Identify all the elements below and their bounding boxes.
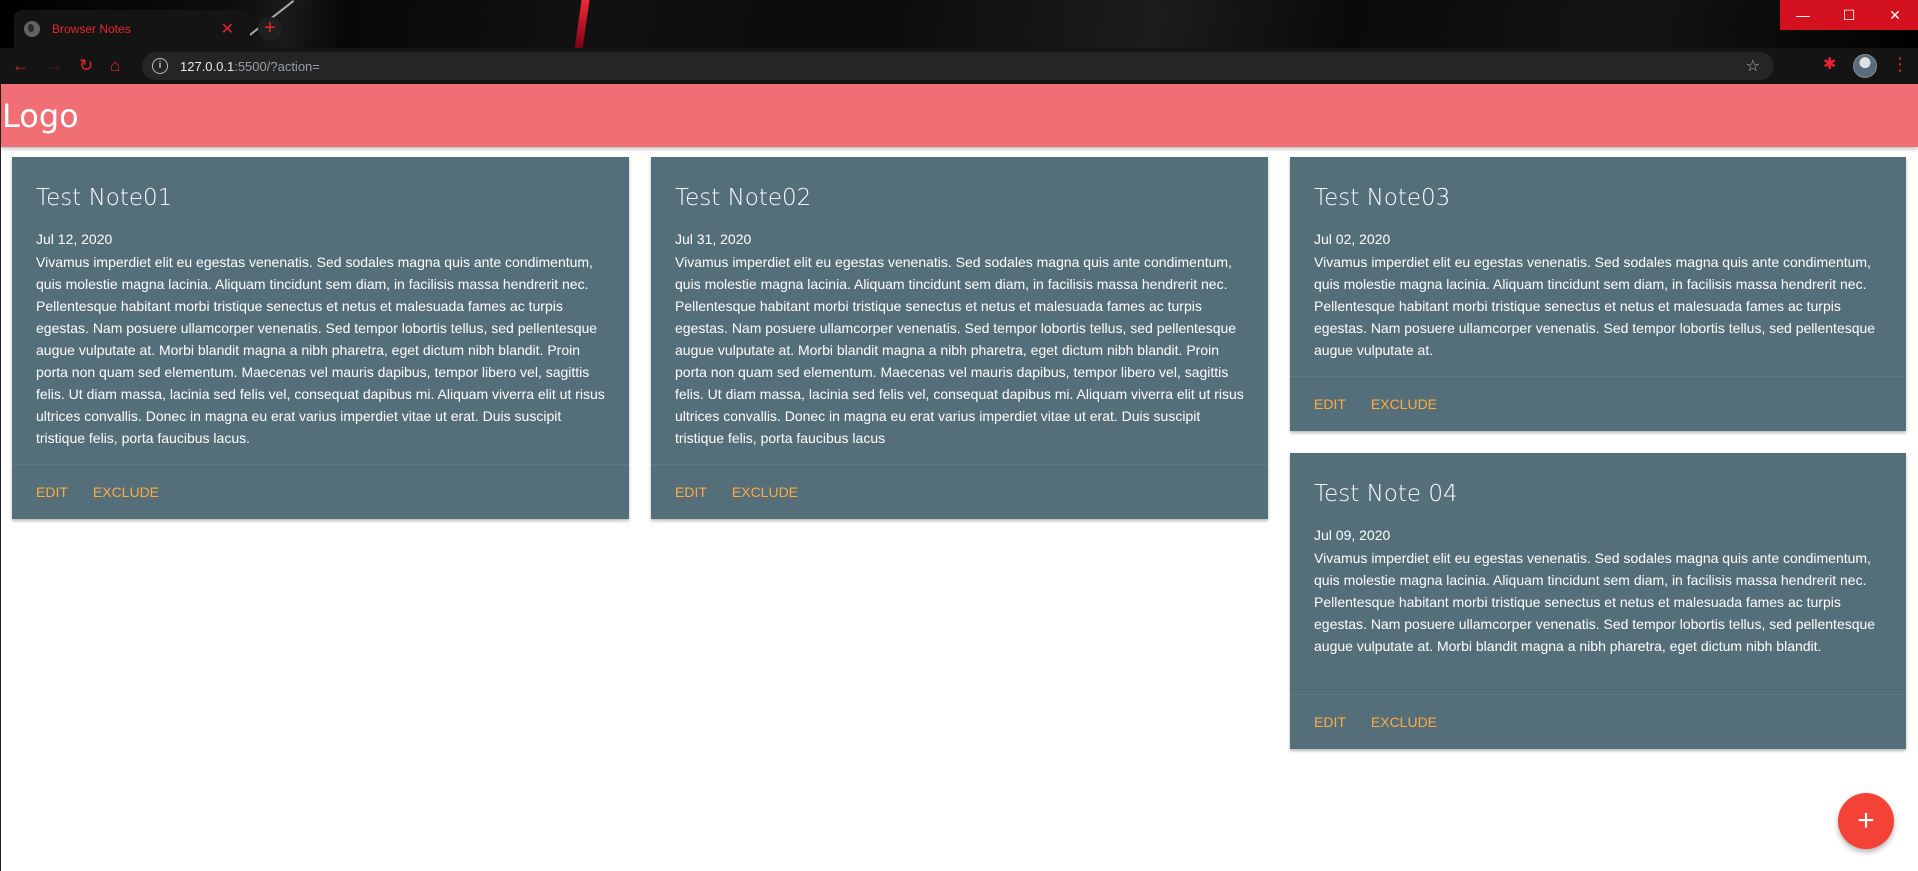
note-card: Test Note 04 Jul 09, 2020 Vivamus imperd… [1290, 453, 1906, 749]
maximize-button[interactable]: ☐ [1826, 0, 1872, 30]
edit-button[interactable]: EDIT [36, 484, 68, 500]
note-date: Jul 31, 2020 [675, 231, 752, 247]
address-bar[interactable]: i 127.0.0.1:5500/?action= ☆ [142, 52, 1774, 80]
note-date: Jul 02, 2020 [1314, 231, 1391, 247]
reload-icon[interactable]: ↻ [79, 56, 93, 76]
globe-icon [24, 21, 40, 37]
note-title: Test Note03 [1314, 185, 1451, 211]
minimize-button[interactable]: — [1780, 0, 1826, 30]
profile-avatar[interactable] [1853, 54, 1877, 78]
back-arrow-icon[interactable]: ← [12, 56, 29, 76]
browser-tab[interactable]: Browser Notes ✕ [14, 10, 250, 48]
note-date: Jul 09, 2020 [1314, 527, 1391, 543]
note-body: Vivamus imperdiet elit eu egestas venena… [675, 254, 1244, 446]
browser-chrome: Browser Notes ✕ + — ☐ ✕ ← → ↻ ⌂ i 127.0.… [0, 0, 1918, 84]
note-title: Test Note01 [36, 185, 173, 211]
edit-button[interactable]: EDIT [1314, 714, 1346, 730]
exclude-button[interactable]: EXCLUDE [93, 484, 159, 500]
extension-puzzle-icon[interactable]: ✱ [1823, 57, 1839, 73]
forward-arrow-icon[interactable]: → [46, 56, 63, 76]
browser-menu-icon[interactable]: ⋮ [1891, 54, 1909, 74]
note-actions: EDIT EXCLUDE [12, 464, 629, 519]
app-header: Logo [1, 84, 1918, 147]
browser-toolbar: ← → ↻ ⌂ i 127.0.0.1:5500/?action= ☆ ✱ ⋮ [0, 48, 1918, 84]
note-body: Vivamus imperdiet elit eu egestas venena… [1314, 254, 1876, 358]
home-icon[interactable]: ⌂ [110, 56, 120, 76]
add-note-button[interactable]: + [1838, 793, 1894, 849]
edit-button[interactable]: EDIT [1314, 396, 1346, 412]
new-tab-button[interactable]: + [258, 17, 282, 41]
note-date: Jul 12, 2020 [36, 231, 113, 247]
tab-title: Browser Notes [52, 22, 131, 36]
note-title: Test Note02 [675, 185, 812, 211]
logo[interactable]: Logo [2, 100, 79, 132]
exclude-button[interactable]: EXCLUDE [1371, 396, 1437, 412]
close-window-button[interactable]: ✕ [1872, 0, 1918, 30]
site-info-icon[interactable]: i [152, 58, 168, 74]
tab-close-icon[interactable]: ✕ [221, 19, 234, 39]
note-card: Test Note02 Jul 31, 2020 Vivamus imperdi… [651, 157, 1268, 519]
note-actions: EDIT EXCLUDE [1290, 694, 1906, 749]
wallpaper-streak [574, 0, 590, 50]
note-actions: EDIT EXCLUDE [1290, 376, 1906, 431]
note-actions: EDIT EXCLUDE [651, 464, 1268, 519]
note-body: Vivamus imperdiet elit eu egestas venena… [36, 254, 605, 446]
bookmark-star-icon[interactable]: ☆ [1746, 56, 1760, 76]
address-url[interactable]: 127.0.0.1:5500/?action= [180, 59, 320, 74]
exclude-button[interactable]: EXCLUDE [1371, 714, 1437, 730]
exclude-button[interactable]: EXCLUDE [732, 484, 798, 500]
note-title: Test Note 04 [1314, 481, 1458, 507]
note-card: Test Note01 Jul 12, 2020 Vivamus imperdi… [12, 157, 629, 519]
note-card: Test Note03 Jul 02, 2020 Vivamus imperdi… [1290, 157, 1906, 431]
note-body: Vivamus imperdiet elit eu egestas venena… [1314, 550, 1876, 654]
page-border [0, 84, 1, 871]
edit-button[interactable]: EDIT [675, 484, 707, 500]
